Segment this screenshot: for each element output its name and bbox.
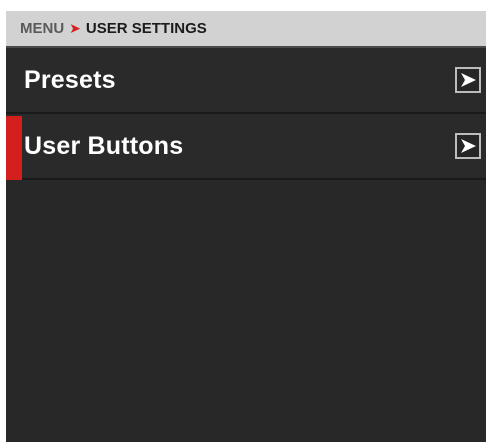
menu-item-presets[interactable]: Presets	[6, 48, 486, 114]
breadcrumb-root[interactable]: MENU	[20, 20, 64, 37]
user-settings-panel: MENU ➤ USER SETTINGS Presets User Button…	[6, 11, 486, 442]
breadcrumb-separator-icon: ➤	[69, 20, 81, 36]
breadcrumb: MENU ➤ USER SETTINGS	[6, 11, 486, 48]
selection-indicator	[6, 116, 22, 180]
chevron-right-icon[interactable]	[455, 133, 481, 159]
chevron-right-icon[interactable]	[455, 67, 481, 93]
breadcrumb-current: USER SETTINGS	[85, 20, 207, 37]
menu-item-label: User Buttons	[24, 131, 184, 160]
menu-item-label: Presets	[24, 65, 116, 94]
menu-item-user-buttons[interactable]: User Buttons	[6, 114, 486, 180]
